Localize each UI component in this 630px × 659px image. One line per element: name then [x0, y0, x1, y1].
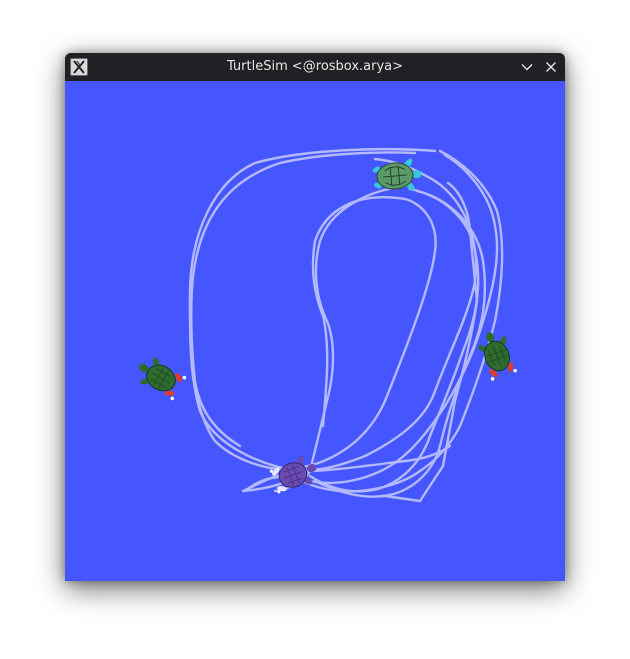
close-button[interactable] [541, 57, 561, 77]
trail-left-wing [190, 274, 242, 448]
trail-inner-loop-1 [288, 149, 504, 493]
trail-spike [383, 181, 479, 503]
window-title: TurtleSim <@rosbox.arya> [226, 59, 404, 74]
x11-icon[interactable] [70, 58, 88, 76]
turtlesim-window: TurtleSim <@rosbox.arya> [65, 53, 565, 581]
canvas-drawing [131, 147, 517, 503]
chevron-down-icon [521, 64, 533, 71]
trail-inner-loop-4 [308, 187, 480, 493]
turtle-canvas[interactable] [65, 81, 565, 581]
turtle-left[interactable] [131, 351, 188, 403]
close-icon [546, 62, 556, 72]
minimize-button[interactable] [517, 57, 537, 77]
trail-inner-loop-5 [313, 189, 487, 498]
title-bar[interactable]: TurtleSim <@rosbox.arya> [65, 53, 565, 81]
turtle-trails [188, 147, 504, 503]
